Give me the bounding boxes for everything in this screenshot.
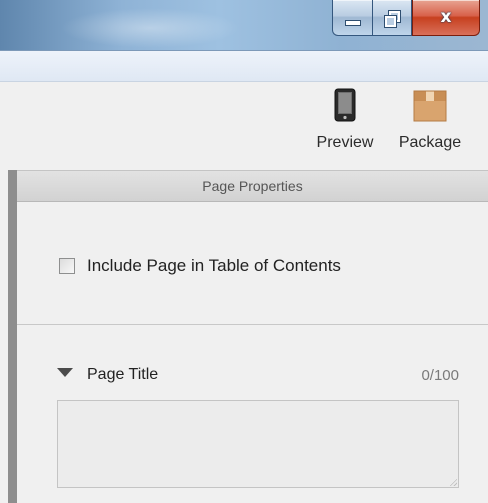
- panel-header: Page Properties: [17, 170, 488, 202]
- title-bar-glow: [60, 8, 240, 48]
- page-title-field-wrap: [57, 400, 459, 488]
- package-button[interactable]: Package: [392, 88, 468, 152]
- restore-button[interactable]: [372, 0, 412, 36]
- page-title-input[interactable]: [57, 400, 459, 488]
- toc-checkbox-row[interactable]: Include Page in Table of Contents: [59, 256, 341, 276]
- minimize-icon: [344, 19, 361, 26]
- left-splitter[interactable]: [8, 170, 17, 503]
- app-window: x Preview Package Page Properties Includ…: [0, 0, 488, 503]
- resize-grip-icon[interactable]: [449, 478, 457, 486]
- title-bar[interactable]: x: [0, 0, 488, 51]
- preview-label: Preview: [316, 134, 374, 151]
- page-title-char-counter: 0/100: [421, 366, 459, 384]
- restore-icon: [384, 9, 401, 28]
- page-title-section: Page Title 0/100: [17, 325, 488, 503]
- caption-buttons: x: [332, 0, 480, 37]
- toolbar: Preview Package: [0, 82, 488, 170]
- toc-checkbox-label[interactable]: Include Page in Table of Contents: [87, 256, 341, 276]
- preview-button[interactable]: Preview: [310, 88, 380, 152]
- minimize-button[interactable]: [332, 0, 372, 36]
- page-title-row: Page Title 0/100: [57, 363, 459, 387]
- page-properties-panel: Page Properties Include Page in Table of…: [17, 170, 488, 503]
- tablet-icon: [334, 88, 356, 122]
- close-button[interactable]: x: [412, 0, 480, 36]
- toc-checkbox[interactable]: [59, 258, 75, 274]
- toc-section: Include Page in Table of Contents: [17, 202, 488, 325]
- page-title-label: Page Title: [87, 366, 159, 383]
- close-icon: x: [440, 7, 452, 27]
- menu-strip: [0, 51, 488, 82]
- collapse-triangle-icon[interactable]: [57, 367, 73, 377]
- package-box-icon: [413, 90, 447, 122]
- package-label: Package: [398, 134, 462, 151]
